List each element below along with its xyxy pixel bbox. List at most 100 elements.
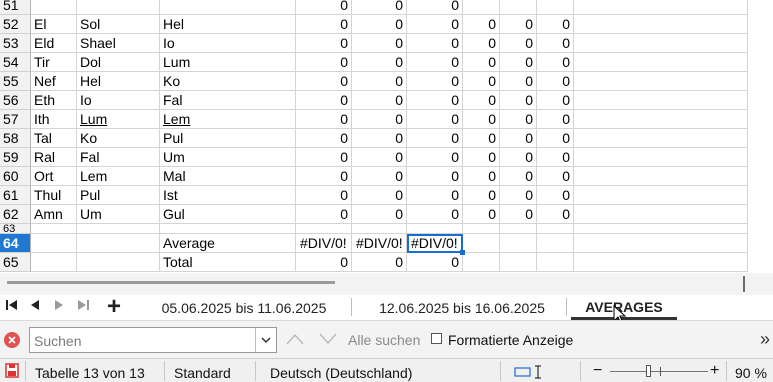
table-cell[interactable]: 0 bbox=[296, 15, 352, 34]
row-header[interactable]: 59 bbox=[0, 148, 31, 167]
table-cell[interactable]: 0 bbox=[407, 72, 463, 91]
table-cell[interactable] bbox=[463, 253, 500, 272]
table-cell[interactable] bbox=[537, 253, 574, 272]
more-options-button[interactable]: » bbox=[760, 329, 770, 350]
table-cell[interactable] bbox=[500, 253, 537, 272]
table-cell[interactable]: Eld bbox=[31, 34, 77, 53]
zoom-slider-handle[interactable] bbox=[646, 365, 651, 377]
table-cell[interactable]: 0 bbox=[296, 148, 352, 167]
table-cell[interactable]: Average bbox=[160, 234, 296, 253]
table-cell[interactable]: 0 bbox=[296, 72, 352, 91]
table-cell[interactable]: Sol bbox=[77, 15, 160, 34]
table-cell[interactable]: Hel bbox=[77, 72, 160, 91]
table-cell[interactable]: #DIV/0! bbox=[352, 234, 407, 253]
table-cell[interactable]: Um bbox=[77, 205, 160, 224]
table-cell[interactable]: 0 bbox=[500, 129, 537, 148]
row-header[interactable]: 52 bbox=[0, 15, 31, 34]
selection-mode-icon[interactable] bbox=[514, 365, 544, 379]
table-cell[interactable] bbox=[574, 205, 748, 224]
table-cell[interactable] bbox=[463, 0, 500, 15]
table-cell[interactable] bbox=[77, 234, 160, 253]
row-header[interactable]: 55 bbox=[0, 72, 31, 91]
table-cell[interactable] bbox=[574, 148, 748, 167]
table-cell[interactable] bbox=[31, 234, 77, 253]
language[interactable]: Deutsch (Deutschland) bbox=[270, 365, 412, 381]
first-sheet-button[interactable] bbox=[3, 298, 21, 316]
search-input[interactable] bbox=[32, 330, 258, 352]
table-cell[interactable]: 0 bbox=[296, 186, 352, 205]
table-cell[interactable]: 0 bbox=[296, 53, 352, 72]
row-header[interactable]: 65 bbox=[0, 253, 31, 272]
table-cell[interactable]: 0 bbox=[537, 91, 574, 110]
table-cell[interactable]: 0 bbox=[463, 129, 500, 148]
scrollbar-thumb[interactable] bbox=[7, 281, 335, 284]
table-cell[interactable]: 0 bbox=[407, 91, 463, 110]
table-cell[interactable]: 0 bbox=[500, 110, 537, 129]
table-cell[interactable]: 0 bbox=[463, 91, 500, 110]
table-cell[interactable]: 0 bbox=[407, 34, 463, 53]
table-cell[interactable]: 0 bbox=[537, 167, 574, 186]
fill-handle[interactable] bbox=[460, 250, 465, 255]
table-cell[interactable]: El bbox=[31, 15, 77, 34]
find-previous-button[interactable] bbox=[285, 332, 305, 349]
row-header[interactable]: 63 bbox=[0, 224, 31, 235]
table-cell[interactable] bbox=[574, 15, 748, 34]
table-cell[interactable] bbox=[160, 0, 296, 15]
table-cell[interactable]: Ko bbox=[77, 129, 160, 148]
table-cell[interactable]: Ral bbox=[31, 148, 77, 167]
table-cell[interactable]: Shael bbox=[77, 34, 160, 53]
table-cell[interactable]: 0 bbox=[500, 186, 537, 205]
table-cell[interactable]: 0 bbox=[352, 253, 407, 272]
table-cell[interactable]: 0 bbox=[537, 205, 574, 224]
table-cell[interactable]: Tir bbox=[31, 53, 77, 72]
table-cell[interactable]: 0 bbox=[352, 15, 407, 34]
table-cell[interactable]: Lum bbox=[77, 110, 160, 129]
table-cell[interactable]: Amn bbox=[31, 205, 77, 224]
table-cell[interactable]: Ist bbox=[160, 186, 296, 205]
zoom-in-button[interactable]: + bbox=[710, 363, 719, 379]
table-cell[interactable]: Um bbox=[160, 148, 296, 167]
table-cell[interactable] bbox=[296, 224, 352, 234]
table-cell[interactable] bbox=[77, 0, 160, 15]
table-cell[interactable]: 0 bbox=[463, 53, 500, 72]
table-cell[interactable]: Ith bbox=[31, 110, 77, 129]
table-cell[interactable]: 0 bbox=[407, 253, 463, 272]
table-cell[interactable]: 0 bbox=[463, 205, 500, 224]
table-cell[interactable]: 0 bbox=[500, 148, 537, 167]
table-cell[interactable]: 0 bbox=[407, 186, 463, 205]
table-cell[interactable] bbox=[77, 253, 160, 272]
table-cell[interactable]: 0 bbox=[352, 205, 407, 224]
table-cell[interactable]: Hel bbox=[160, 15, 296, 34]
add-sheet-button[interactable]: + bbox=[105, 295, 123, 319]
table-cell[interactable] bbox=[463, 224, 500, 234]
table-cell[interactable]: 0 bbox=[296, 91, 352, 110]
spreadsheet-grid[interactable]: 51 0 0 0 52 El Sol Hel 0 0 0 0 0 0 53 Eld Shael Io 0 0 0 0 0 0 5… bbox=[0, 0, 773, 273]
row-header[interactable]: 51 bbox=[0, 0, 31, 15]
table-cell[interactable]: Lem bbox=[160, 110, 296, 129]
table-cell[interactable]: 0 bbox=[463, 110, 500, 129]
table-cell[interactable] bbox=[77, 224, 160, 234]
table-cell[interactable] bbox=[574, 0, 748, 15]
table-cell[interactable]: 0 bbox=[500, 53, 537, 72]
table-cell[interactable] bbox=[574, 253, 748, 272]
table-cell[interactable]: 0 bbox=[537, 110, 574, 129]
formatted-display-checkbox[interactable] bbox=[431, 333, 442, 344]
last-sheet-button[interactable] bbox=[74, 298, 92, 316]
table-cell[interactable]: 0 bbox=[537, 15, 574, 34]
table-cell[interactable]: 0 bbox=[407, 167, 463, 186]
table-cell[interactable]: 0 bbox=[296, 205, 352, 224]
previous-sheet-button[interactable] bbox=[26, 298, 44, 316]
find-all-button[interactable]: Alle suchen bbox=[348, 332, 420, 348]
table-cell[interactable]: 0 bbox=[500, 72, 537, 91]
table-cell[interactable]: 0 bbox=[296, 110, 352, 129]
table-cell[interactable]: Mal bbox=[160, 167, 296, 186]
table-cell[interactable]: Total bbox=[160, 253, 296, 272]
table-cell[interactable]: 0 bbox=[296, 253, 352, 272]
table-cell[interactable]: Lem bbox=[77, 167, 160, 186]
row-header[interactable]: 53 bbox=[0, 34, 31, 53]
zoom-level[interactable]: 90 % bbox=[735, 365, 767, 381]
table-cell[interactable]: 0 bbox=[500, 167, 537, 186]
table-cell[interactable]: Nef bbox=[31, 72, 77, 91]
table-cell[interactable]: Io bbox=[77, 91, 160, 110]
row-header[interactable]: 56 bbox=[0, 91, 31, 110]
